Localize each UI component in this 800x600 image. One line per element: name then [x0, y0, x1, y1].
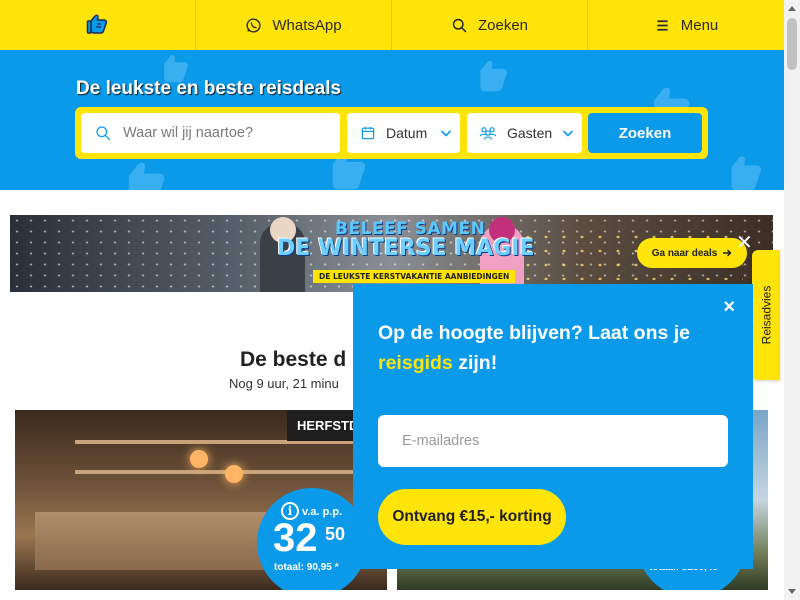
logo[interactable] [0, 0, 196, 50]
calendar-icon [361, 127, 375, 140]
search-link[interactable]: Zoeken [392, 0, 588, 50]
popup-heading: Op de hoogte blijven? Laat ons je reisgi… [378, 318, 718, 378]
search-icon [96, 126, 111, 141]
destination-field[interactable] [81, 113, 340, 153]
whatsapp-icon [246, 17, 261, 33]
price-cents: 50 [325, 524, 346, 544]
search-icon [452, 18, 467, 32]
menu-label: Menu [680, 16, 719, 34]
reisadvies-label: Reisadvies [759, 285, 774, 345]
price-total: totaal: 90,95 * [274, 562, 339, 573]
countdown-text: Nog 9 uur, 21 minu [229, 376, 339, 391]
banner-cta-button[interactable]: Ga naar deals [637, 238, 747, 268]
card-image-detail [225, 465, 243, 483]
guests-label: Gasten [507, 125, 553, 141]
popup-heading-highlight: reisgids [378, 352, 453, 374]
date-label: Datum [386, 125, 428, 141]
section-title: De beste d [240, 348, 347, 371]
scroll-down-arrow-icon[interactable] [784, 584, 800, 600]
price-bubble: i v.a. p.p. 32 50 totaal: 90,95 * [257, 488, 367, 590]
search-bar: Datum Gasten Zoeken [75, 107, 708, 159]
reisadvies-tab[interactable]: Reisadvies [752, 250, 780, 380]
banner-headline-line2: DE WINTERSE MAGIE [277, 236, 535, 261]
banner-cta-label: Ga naar deals [651, 247, 718, 259]
scrollbar-thumb[interactable] [787, 18, 797, 70]
date-select[interactable]: Datum [347, 113, 460, 153]
banner-subtitle: DE LEUKSTE KERSTVAKANTIE AANBIEDINGEN [313, 270, 516, 283]
popup-heading-part2: zijn! [452, 352, 498, 374]
hero-title: De leukste en beste reisdeals [76, 78, 342, 99]
search-label: Zoeken [477, 16, 529, 34]
popup-heading-part1: Op de hoogte blijven? Laat ons je [378, 322, 691, 344]
destination-input[interactable] [123, 125, 323, 141]
whatsapp-label: WhatsApp [272, 16, 342, 34]
thumbs-up-pattern-icon [731, 156, 762, 190]
hero-section: De leukste en beste reisdeals Datum [0, 50, 784, 190]
banner-close-icon[interactable]: ✕ [736, 233, 753, 253]
newsletter-popup: × Op de hoogte blijven? Laat ons je reis… [353, 284, 753, 569]
card-image-detail [190, 450, 208, 468]
chevron-down-icon [562, 130, 574, 137]
hamburger-icon [657, 19, 668, 31]
arrow-right-icon [723, 249, 732, 257]
whatsapp-link[interactable]: WhatsApp [196, 0, 392, 50]
thumbs-up-pattern-icon [128, 162, 165, 190]
email-field[interactable] [378, 415, 728, 467]
card-image-detail [75, 470, 367, 474]
search-submit-button[interactable]: Zoeken [588, 113, 702, 153]
menu-button[interactable]: Menu [588, 0, 784, 50]
price-main: 32 [273, 516, 318, 560]
thumbs-up-logo-icon [86, 14, 107, 34]
top-navigation: WhatsApp Zoeken Menu [0, 0, 784, 50]
discount-signup-button[interactable]: Ontvang €15,- korting [378, 489, 566, 545]
deal-card[interactable]: HERFSTDE i v.a. p.p. 32 50 totaal: 90,95… [15, 410, 387, 590]
guests-select[interactable]: Gasten [467, 113, 582, 153]
winter-deals-banner[interactable]: BELEEF SAMEN DE WINTERSE MAGIE DE LEUKST… [10, 215, 773, 292]
scrollbar[interactable] [784, 0, 800, 600]
close-icon[interactable]: × [723, 296, 735, 319]
chevron-down-icon [440, 130, 452, 137]
scroll-up-arrow-icon[interactable] [784, 0, 800, 16]
guests-icon [479, 127, 497, 140]
thumbs-up-pattern-icon [480, 60, 508, 92]
